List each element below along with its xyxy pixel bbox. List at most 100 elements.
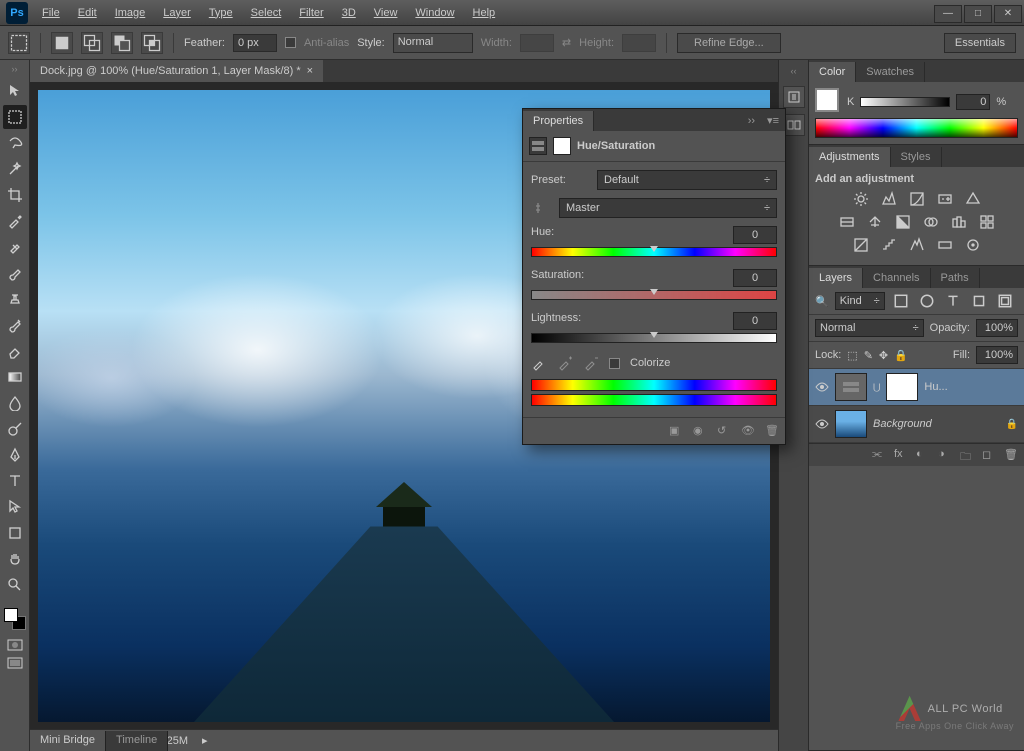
gradient-tool[interactable] <box>3 365 27 389</box>
path-selection-tool[interactable] <box>3 495 27 519</box>
opacity-input[interactable]: 100% <box>976 319 1018 337</box>
quick-mask-icon[interactable] <box>3 636 27 654</box>
history-panel-icon[interactable] <box>783 86 805 108</box>
blend-mode-select[interactable]: Normal÷ <box>815 319 924 337</box>
type-tool[interactable] <box>3 469 27 493</box>
properties-collapse-icon[interactable]: ›› <box>742 111 761 131</box>
brightness-icon[interactable] <box>851 190 871 208</box>
minimize-button[interactable]: — <box>934 5 962 23</box>
shape-tool[interactable] <box>3 521 27 545</box>
filter-kind-icon[interactable]: 🔍 <box>815 295 829 308</box>
tab-swatches[interactable]: Swatches <box>856 62 925 82</box>
tab-mini-bridge[interactable]: Mini Bridge <box>30 731 106 751</box>
eraser-tool[interactable] <box>3 339 27 363</box>
visibility-icon[interactable] <box>815 417 829 431</box>
workspace-essentials-button[interactable]: Essentials <box>944 33 1016 53</box>
layer-name[interactable]: Hu... <box>924 381 1018 393</box>
filter-shape-icon[interactable] <box>969 292 989 310</box>
menu-image[interactable]: Image <box>107 3 154 23</box>
hue-value-input[interactable]: 0 <box>733 226 777 244</box>
filter-smart-icon[interactable] <box>995 292 1015 310</box>
status-arrow-icon[interactable]: ▸ <box>202 734 208 747</box>
tab-adjustments[interactable]: Adjustments <box>809 147 891 167</box>
saturation-value-input[interactable]: 0 <box>733 269 777 287</box>
tab-channels[interactable]: Channels <box>863 268 930 288</box>
healing-brush-tool[interactable] <box>3 235 27 259</box>
selection-add-icon[interactable] <box>81 32 103 54</box>
filter-kind-select[interactable]: Kind÷ <box>835 292 885 310</box>
curves-icon[interactable] <box>907 190 927 208</box>
marquee-tool[interactable] <box>3 105 27 129</box>
menu-help[interactable]: Help <box>465 3 504 23</box>
reset-icon[interactable]: ↺ <box>717 424 731 438</box>
foreground-color[interactable] <box>4 608 18 622</box>
photo-filter-icon[interactable] <box>921 213 941 231</box>
exposure-icon[interactable] <box>935 190 955 208</box>
delete-adjustment-icon[interactable]: 🗑 <box>765 424 779 438</box>
menu-3d[interactable]: 3D <box>334 3 364 23</box>
filter-type-icon[interactable] <box>943 292 963 310</box>
preset-select[interactable]: Default÷ <box>597 170 777 190</box>
menu-layer[interactable]: Layer <box>155 3 199 23</box>
lasso-tool[interactable] <box>3 131 27 155</box>
layer-row-background[interactable]: Background 🔒 <box>809 406 1024 443</box>
link-layers-icon[interactable]: ⫘ <box>872 448 886 462</box>
add-mask-icon[interactable]: ◐ <box>916 448 930 462</box>
selection-new-icon[interactable] <box>51 32 73 54</box>
k-value-input[interactable]: 0 <box>956 94 990 110</box>
properties-panel[interactable]: Properties ›› ▾≡ Hue/Saturation Preset: … <box>522 108 786 445</box>
style-select[interactable]: Normal <box>393 33 473 53</box>
clip-to-layer-icon[interactable]: ▣ <box>669 424 683 438</box>
hue-sat-icon[interactable] <box>837 213 857 231</box>
menu-view[interactable]: View <box>366 3 406 23</box>
gradient-map-icon[interactable] <box>935 236 955 254</box>
eyedropper-set-icon[interactable] <box>531 355 547 371</box>
eyedropper-subtract-icon[interactable] <box>583 355 599 371</box>
refine-edge-button[interactable]: Refine Edge... <box>677 33 781 53</box>
color-lookup-icon[interactable] <box>977 213 997 231</box>
pen-tool[interactable] <box>3 443 27 467</box>
tab-paths[interactable]: Paths <box>931 268 980 288</box>
close-button[interactable]: ✕ <box>994 5 1022 23</box>
menu-file[interactable]: File <box>34 3 68 23</box>
screen-mode-icon[interactable] <box>3 654 27 672</box>
levels-icon[interactable] <box>879 190 899 208</box>
marquee-tool-preset-icon[interactable] <box>8 32 30 54</box>
layer-fx-icon[interactable]: fx <box>894 448 908 462</box>
tab-color[interactable]: Color <box>809 62 856 82</box>
menu-select[interactable]: Select <box>243 3 290 23</box>
magic-wand-tool[interactable] <box>3 157 27 181</box>
selection-subtract-icon[interactable] <box>111 32 133 54</box>
link-icon[interactable]: ⋃ <box>873 382 880 393</box>
delete-layer-icon[interactable]: 🗑 <box>1004 448 1018 462</box>
lightness-value-input[interactable]: 0 <box>733 312 777 330</box>
brush-tool[interactable] <box>3 261 27 285</box>
layer-name[interactable]: Background <box>873 418 1000 430</box>
lock-all-icon[interactable]: 🔒 <box>894 349 908 362</box>
new-group-icon[interactable]: 🗀 <box>960 448 974 462</box>
threshold-icon[interactable] <box>907 236 927 254</box>
clone-stamp-tool[interactable] <box>3 287 27 311</box>
hue-slider[interactable] <box>531 247 777 257</box>
lightness-slider[interactable] <box>531 333 777 343</box>
antialias-checkbox[interactable] <box>285 37 296 48</box>
posterize-icon[interactable] <box>879 236 899 254</box>
foreground-background-colors[interactable] <box>4 608 26 630</box>
layer-row-adjustment[interactable]: ⋃ Hu... <box>809 369 1024 406</box>
menu-filter[interactable]: Filter <box>291 3 331 23</box>
lock-transparency-icon[interactable]: ⬚ <box>847 349 857 362</box>
filter-adjustment-icon[interactable] <box>917 292 937 310</box>
menu-window[interactable]: Window <box>407 3 462 23</box>
properties-menu-icon[interactable]: ▾≡ <box>761 110 785 131</box>
maximize-button[interactable]: □ <box>964 5 992 23</box>
vibrance-icon[interactable] <box>963 190 983 208</box>
move-tool[interactable] <box>3 79 27 103</box>
color-range-select[interactable]: Master÷ <box>559 198 777 218</box>
eyedropper-add-icon[interactable] <box>557 355 573 371</box>
lock-position-icon[interactable]: ✥ <box>879 349 888 362</box>
k-slider[interactable] <box>860 97 950 107</box>
tab-styles[interactable]: Styles <box>891 147 942 167</box>
filter-pixel-icon[interactable] <box>891 292 911 310</box>
strip-expand-icon[interactable]: ‹‹ <box>784 66 804 76</box>
new-fill-icon[interactable]: ◑ <box>938 448 952 462</box>
